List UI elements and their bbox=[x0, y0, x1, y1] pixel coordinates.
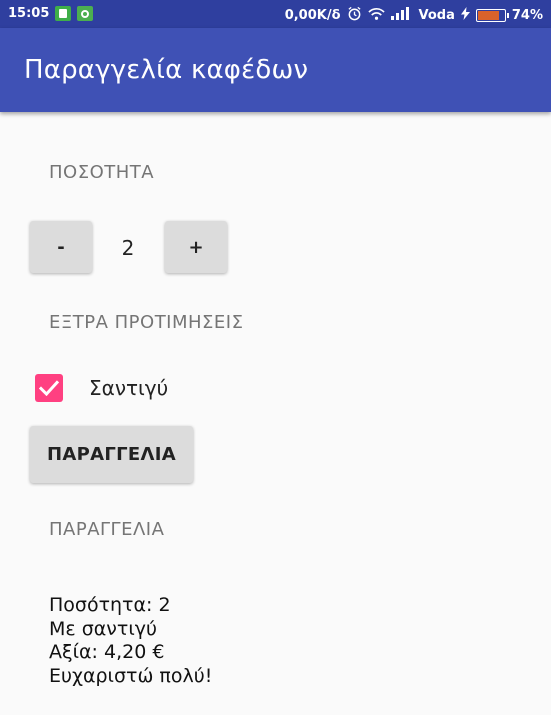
sim-card-icon bbox=[55, 6, 72, 21]
app-bar: Παραγγελία καφέδων bbox=[0, 28, 551, 112]
battery-percent: 74% bbox=[511, 8, 543, 23]
wifi-icon bbox=[367, 7, 385, 25]
quantity-value: 2 bbox=[121, 236, 135, 260]
android-icon bbox=[77, 6, 94, 21]
battery-cap bbox=[506, 13, 509, 18]
summary-line-price: Αξία: 4,20 € bbox=[49, 641, 165, 663]
charging-icon bbox=[460, 7, 470, 24]
carrier-name: Voda bbox=[418, 8, 455, 23]
whipped-cream-label[interactable]: Σαντιγύ bbox=[89, 376, 168, 400]
app-screen: 15:05 0,00K/δ Voda 74% Παραγγελία καφέδω… bbox=[0, 0, 551, 715]
network-speed: 0,00K/δ bbox=[284, 8, 341, 23]
status-left: 15:05 bbox=[8, 6, 94, 21]
checkmark-icon bbox=[39, 380, 59, 396]
status-bar: 15:05 0,00K/δ Voda 74% bbox=[0, 0, 551, 28]
status-right: 0,00K/δ Voda 74% bbox=[285, 6, 543, 25]
summary-line-cream: Με σαντιγύ bbox=[49, 617, 157, 640]
signal-icon bbox=[390, 7, 413, 24]
battery-fill bbox=[477, 11, 499, 20]
battery-icon bbox=[475, 9, 509, 22]
app-title: Παραγγελία καφέδων bbox=[24, 55, 309, 85]
alarm-icon bbox=[347, 6, 362, 25]
quantity-heading: ΠΟΣΟΤΗΤΑ bbox=[49, 162, 155, 183]
order-summary: Ποσότητα: 2 Με σαντιγύ Αξία: 4,20 € Ευχα… bbox=[49, 594, 212, 688]
decrement-button[interactable]: - bbox=[30, 221, 92, 273]
summary-heading: ΠΑΡΑΓΓΕΛΙΑ bbox=[49, 519, 165, 540]
whipped-cream-checkbox[interactable] bbox=[35, 374, 63, 402]
status-time: 15:05 bbox=[8, 6, 50, 21]
increment-button[interactable]: + bbox=[165, 221, 227, 273]
extras-heading: ΕΞΤΡΑ ΠΡΟΤΙΜΗΣΕΙΣ bbox=[49, 312, 244, 333]
summary-line-thanks: Ευχαριστώ πολύ! bbox=[49, 664, 213, 687]
order-button[interactable]: ΠΑΡΑΓΓΕΛΙΑ bbox=[30, 426, 193, 483]
summary-line-quantity: Ποσότητα: 2 bbox=[49, 594, 171, 616]
